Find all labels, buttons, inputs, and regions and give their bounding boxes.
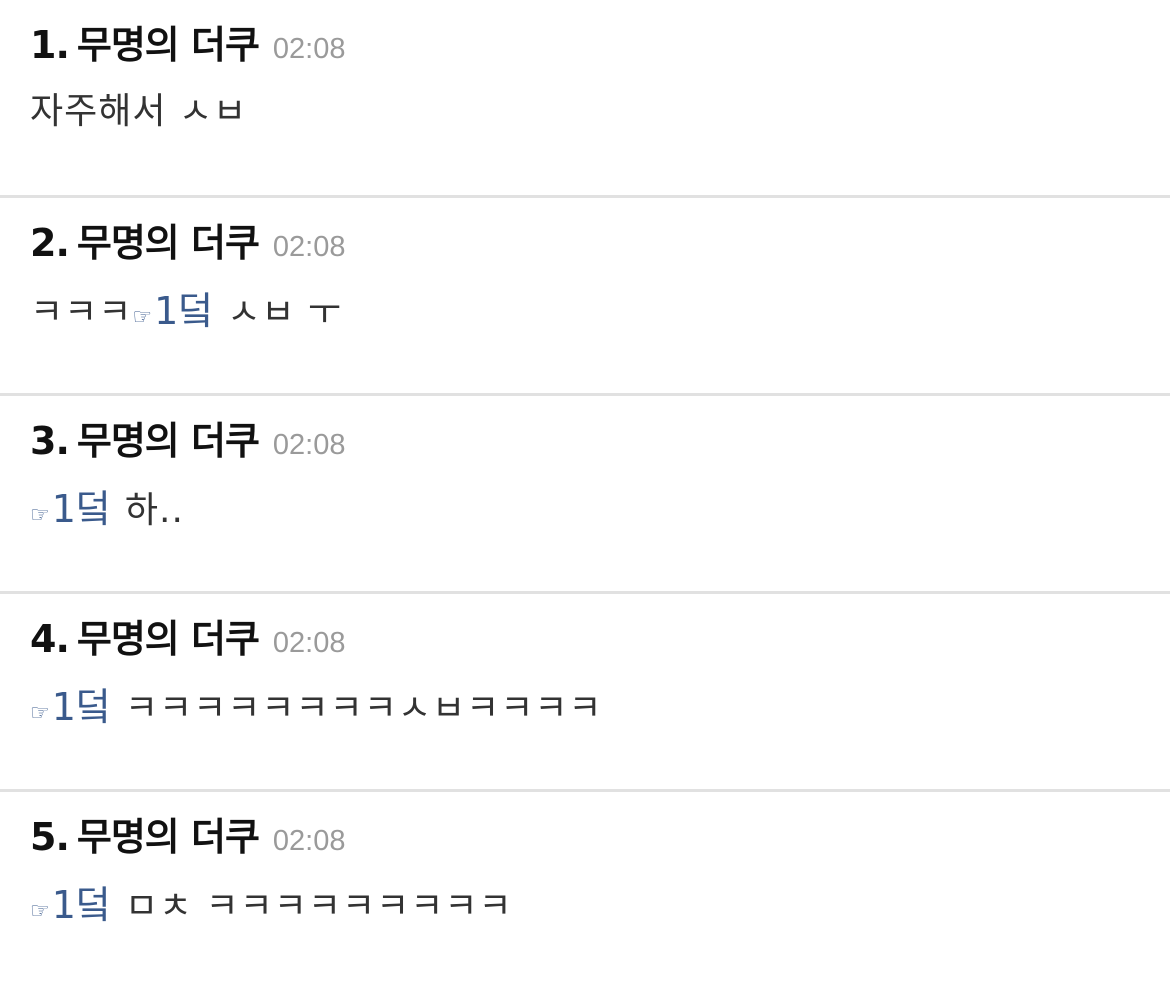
comment-number: 1. (30, 23, 70, 67)
comment-item: 2. 무명의 더쿠 02:08 ㅋㅋㅋ ☞ 1덬 ㅅㅂ ㅜ (0, 198, 1170, 396)
comment-list: 1. 무명의 더쿠 02:08 자주해서 ㅅㅂ 2. 무명의 더쿠 02:08 … (0, 0, 1170, 990)
comment-body: 자주해서 ㅅㅂ (30, 82, 247, 132)
comment-body: ☞ 1덬 ㅁㅊ ㅋㅋㅋㅋㅋㅋㅋㅋㅋ (30, 874, 513, 927)
comment-timestamp: 02:08 (272, 429, 346, 461)
reply-anchor-label: 1덬 (154, 289, 214, 333)
comment-number: 5. (30, 815, 70, 859)
comment-header: 3. 무명의 더쿠 02:08 (30, 410, 346, 463)
comment-author[interactable]: 무명의 더쿠 (77, 410, 260, 465)
comment-body: ㅋㅋㅋ ☞ 1덬 ㅅㅂ ㅜ (30, 280, 342, 333)
reply-anchor-link[interactable]: ☞ 1덬 (132, 280, 213, 335)
comment-body: ☞ 1덬 하.. (30, 478, 184, 531)
comment-header: 4. 무명의 더쿠 02:08 (30, 608, 346, 661)
comment-author[interactable]: 무명의 더쿠 (77, 212, 260, 267)
comment-timestamp: 02:08 (272, 825, 346, 857)
pointing-hand-icon: ☞ (132, 305, 153, 330)
pointing-hand-icon: ☞ (30, 701, 50, 726)
comment-timestamp: 02:08 (272, 231, 346, 263)
comment-text: 자주해서 ㅅㅂ (30, 91, 248, 132)
comment-text: ㅋㅋㅋㅋㅋㅋㅋㅋㅅㅂㅋㅋㅋㅋ (124, 688, 603, 729)
comment-header: 5. 무명의 더쿠 02:08 (30, 806, 346, 859)
pointing-hand-icon: ☞ (30, 503, 50, 528)
comment-timestamp: 02:08 (272, 33, 346, 65)
comment-body: ☞ 1덬 ㅋㅋㅋㅋㅋㅋㅋㅋㅅㅂㅋㅋㅋㅋ (30, 676, 603, 729)
reply-anchor-link[interactable]: ☞ 1덬 (30, 874, 111, 929)
reply-anchor-link[interactable]: ☞ 1덬 (30, 478, 111, 533)
comment-item: 1. 무명의 더쿠 02:08 자주해서 ㅅㅂ (0, 0, 1170, 198)
reply-anchor-label: 1덬 (51, 685, 111, 729)
comment-text: ㅅㅂ ㅜ (227, 292, 343, 333)
comment-number: 2. (30, 221, 70, 265)
comment-author[interactable]: 무명의 더쿠 (77, 806, 260, 861)
comment-item: 3. 무명의 더쿠 02:08 ☞ 1덬 하.. (0, 396, 1170, 594)
reply-anchor-label: 1덬 (51, 883, 111, 927)
pointing-hand-icon: ☞ (30, 899, 50, 924)
comment-text: ㅁㅊ ㅋㅋㅋㅋㅋㅋㅋㅋㅋ (124, 886, 513, 927)
comment-header: 2. 무명의 더쿠 02:08 (30, 212, 346, 265)
comment-number: 3. (30, 419, 70, 463)
comment-number: 4. (30, 617, 70, 661)
comment-text: 하.. (124, 490, 184, 531)
comment-item: 4. 무명의 더쿠 02:08 ☞ 1덬 ㅋㅋㅋㅋㅋㅋㅋㅋㅅㅂㅋㅋㅋㅋ (0, 594, 1170, 792)
reply-anchor-link[interactable]: ☞ 1덬 (30, 676, 111, 731)
comment-author[interactable]: 무명의 더쿠 (77, 608, 260, 663)
comment-item: 5. 무명의 더쿠 02:08 ☞ 1덬 ㅁㅊ ㅋㅋㅋㅋㅋㅋㅋㅋㅋ (0, 792, 1170, 990)
comment-prefix-text: ㅋㅋㅋ (30, 292, 133, 333)
reply-anchor-label: 1덬 (51, 487, 111, 531)
comment-author[interactable]: 무명의 더쿠 (77, 14, 260, 69)
comment-timestamp: 02:08 (272, 627, 346, 659)
comment-header: 1. 무명의 더쿠 02:08 (30, 14, 346, 67)
